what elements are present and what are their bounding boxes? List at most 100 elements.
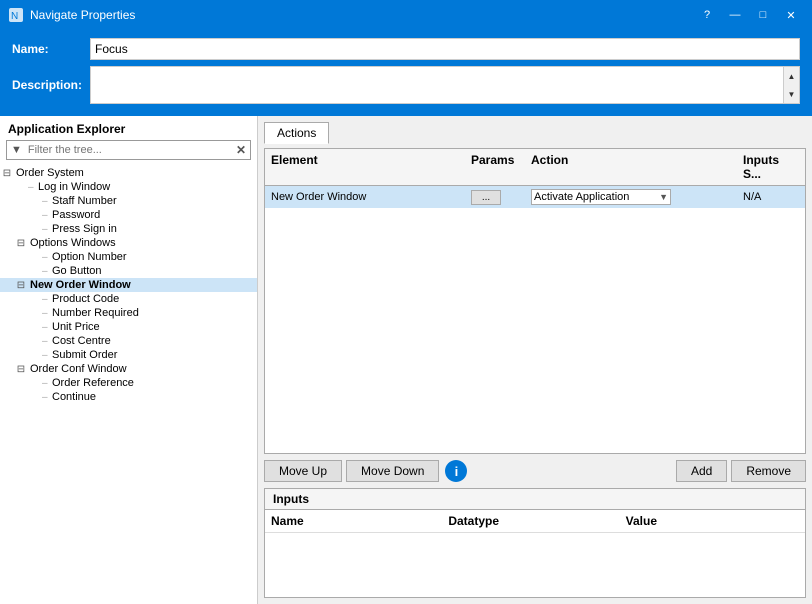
- tree-item-new-order-window[interactable]: ⊟New Order Window: [0, 278, 257, 292]
- tree-item-unit-price[interactable]: –Unit Price: [0, 320, 257, 334]
- tree-item-options-windows[interactable]: ⊟Options Windows: [0, 236, 257, 250]
- help-button[interactable]: ?: [694, 5, 720, 25]
- actions-table-body: New Order Window ... Activate Applicatio…: [265, 186, 805, 453]
- inputs-section-title: Inputs: [265, 489, 805, 510]
- tree-toggle[interactable]: ⊟: [0, 168, 14, 179]
- minimize-button[interactable]: —: [722, 5, 748, 25]
- tree-item-continue[interactable]: –Continue: [0, 390, 257, 404]
- svg-text:N: N: [11, 11, 18, 22]
- tree-toggle[interactable]: ⊟: [14, 238, 28, 249]
- inputs-section: Inputs Name Datatype Value: [264, 488, 806, 598]
- tree-item-submit-order[interactable]: –Submit Order: [0, 348, 257, 362]
- tree-label: Cost Centre: [50, 335, 111, 347]
- inputs-col-name: Name: [269, 513, 446, 529]
- name-input[interactable]: [90, 38, 800, 60]
- tree-dash: –: [42, 294, 50, 305]
- name-label: Name:: [12, 42, 90, 56]
- info-icon[interactable]: i: [445, 460, 467, 482]
- application-tree: ⊟Order System–Log in Window–Staff Number…: [0, 164, 257, 604]
- tree-label: Continue: [50, 391, 96, 403]
- tree-label: Product Code: [50, 293, 119, 305]
- tab-bar: Actions: [264, 122, 806, 144]
- tree-dash: –: [42, 350, 50, 361]
- tree-toggle[interactable]: ⊟: [14, 364, 28, 375]
- main-area: Application Explorer ▼ ✕ ⊟Order System–L…: [0, 116, 812, 604]
- move-down-button[interactable]: Move Down: [346, 460, 439, 482]
- close-button[interactable]: ✕: [778, 5, 804, 25]
- tree-item-go-button[interactable]: –Go Button: [0, 264, 257, 278]
- filter-icon: ▼: [7, 142, 26, 158]
- cell-action: Activate Application ▼: [529, 188, 741, 206]
- tree-item-staff-number[interactable]: –Staff Number: [0, 194, 257, 208]
- tree-item-log-in-window[interactable]: –Log in Window: [0, 180, 257, 194]
- tree-dash: –: [42, 378, 50, 389]
- filter-clear-button[interactable]: ✕: [232, 141, 250, 159]
- tree-dash: –: [28, 182, 36, 193]
- tree-label: Number Required: [50, 307, 139, 319]
- tree-toggle[interactable]: ⊟: [14, 280, 28, 291]
- tree-item-password[interactable]: –Password: [0, 208, 257, 222]
- tree-label: Order Reference: [50, 377, 134, 389]
- window-controls: ? — □ ✕: [694, 5, 804, 25]
- tree-dash: –: [42, 392, 50, 403]
- table-row[interactable]: New Order Window ... Activate Applicatio…: [265, 186, 805, 208]
- tree-dash: –: [42, 252, 50, 263]
- title-bar: N Navigate Properties ? — □ ✕: [0, 0, 812, 30]
- tree-dash: –: [42, 210, 50, 221]
- tree-item-order-reference[interactable]: –Order Reference: [0, 376, 257, 390]
- tree-label: New Order Window: [28, 279, 131, 291]
- cell-params: ...: [469, 189, 529, 206]
- app-explorer-title: Application Explorer: [0, 116, 257, 140]
- add-button[interactable]: Add: [676, 460, 727, 482]
- maximize-button[interactable]: □: [750, 5, 776, 25]
- description-input[interactable]: [90, 66, 800, 104]
- filter-input[interactable]: [26, 142, 232, 158]
- tree-label: Unit Price: [50, 321, 100, 333]
- tree-item-option-number[interactable]: –Option Number: [0, 250, 257, 264]
- tree-dash: –: [42, 224, 50, 235]
- tree-item-order-system[interactable]: ⊟Order System: [0, 166, 257, 180]
- tree-label: Press Sign in: [50, 223, 117, 235]
- tree-item-press-sign-in[interactable]: –Press Sign in: [0, 222, 257, 236]
- cell-element: New Order Window: [269, 190, 469, 204]
- inputs-table-header: Name Datatype Value: [265, 510, 805, 533]
- header-area: Name: Description: ▲ ▼: [0, 30, 812, 116]
- filter-bar: ▼ ✕: [6, 140, 251, 160]
- tree-dash: –: [42, 322, 50, 333]
- tree-item-order-conf-window[interactable]: ⊟Order Conf Window: [0, 362, 257, 376]
- tree-label: Staff Number: [50, 195, 117, 207]
- tree-item-cost-centre[interactable]: –Cost Centre: [0, 334, 257, 348]
- action-dropdown[interactable]: Activate Application ▼: [531, 189, 671, 205]
- move-up-button[interactable]: Move Up: [264, 460, 342, 482]
- scroll-down-btn[interactable]: ▼: [784, 85, 799, 103]
- tree-dash: –: [42, 336, 50, 347]
- inputs-col-value: Value: [624, 513, 801, 529]
- actions-buttons-row: Move Up Move Down i Add Remove: [264, 460, 806, 482]
- cell-inputs: N/A: [741, 190, 801, 204]
- left-panel: Application Explorer ▼ ✕ ⊟Order System–L…: [0, 116, 258, 604]
- tree-dash: –: [42, 308, 50, 319]
- col-params: Params: [469, 152, 529, 182]
- tree-label: Submit Order: [50, 349, 117, 361]
- tree-label: Order Conf Window: [28, 363, 127, 375]
- tree-item-number-required[interactable]: –Number Required: [0, 306, 257, 320]
- remove-button[interactable]: Remove: [731, 460, 806, 482]
- description-wrapper: ▲ ▼: [90, 66, 800, 104]
- params-button[interactable]: ...: [471, 190, 501, 205]
- inputs-table-body: [265, 533, 805, 597]
- tree-dash: –: [42, 266, 50, 277]
- textarea-scrollbar: ▲ ▼: [783, 67, 799, 103]
- chevron-down-icon: ▼: [659, 192, 668, 202]
- tree-dash: –: [42, 196, 50, 207]
- tree-label: Password: [50, 209, 100, 221]
- right-panel: Actions Element Params Action Inputs S..…: [258, 116, 812, 604]
- col-action: Action: [529, 152, 741, 182]
- tab-actions[interactable]: Actions: [264, 122, 329, 144]
- window-title: Navigate Properties: [30, 8, 694, 22]
- col-element: Element: [269, 152, 469, 182]
- scroll-up-btn[interactable]: ▲: [784, 67, 799, 85]
- tree-label: Go Button: [50, 265, 102, 277]
- tree-item-product-code[interactable]: –Product Code: [0, 292, 257, 306]
- app-icon: N: [8, 7, 24, 23]
- actions-table-header: Element Params Action Inputs S...: [265, 149, 805, 186]
